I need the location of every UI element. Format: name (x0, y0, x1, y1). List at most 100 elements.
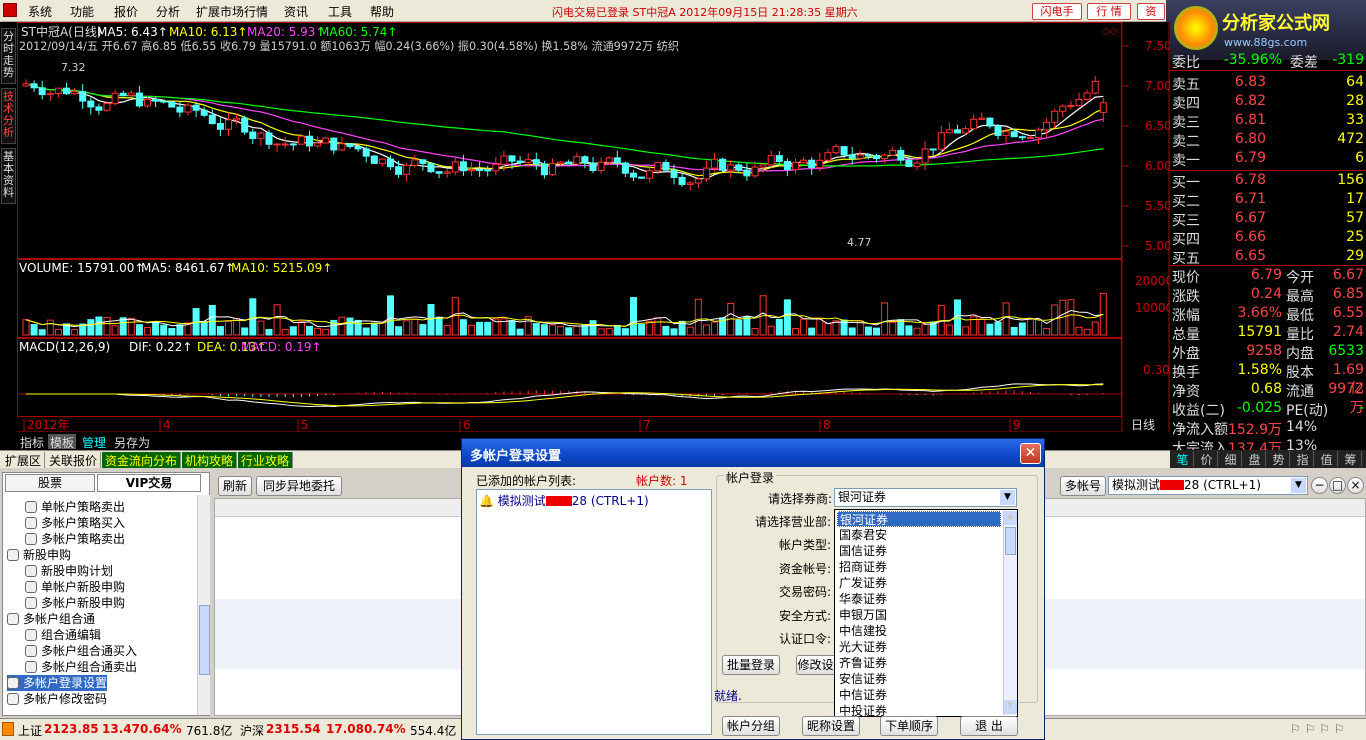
tree-item[interactable]: 新股申购计划 (25, 563, 113, 579)
dialog-titlebar[interactable]: 多帐户登录设置 ✕ (462, 439, 1044, 467)
tab-capital-flow[interactable]: 资金流向分布 (102, 452, 182, 468)
tab-stock[interactable]: 股票 (5, 474, 95, 492)
menu-news[interactable]: 资讯 (284, 3, 308, 20)
tree-item[interactable]: 多帐户组合通 (7, 611, 95, 627)
quote-button[interactable]: 行 情 (1087, 3, 1131, 20)
tab-index[interactable]: 指 (1292, 451, 1314, 467)
volume-bar (921, 323, 929, 336)
scroll-up-icon[interactable]: ▲ (1004, 511, 1017, 525)
tab-value[interactable]: 值 (1316, 451, 1338, 467)
tab-expand-area[interactable]: 扩展区 (2, 452, 46, 468)
tab-price[interactable]: 价 (1196, 451, 1218, 467)
multi-account-button[interactable]: 多帐号 (1060, 476, 1106, 496)
broker-option[interactable]: 国泰君安 (837, 527, 1001, 543)
restore-icon[interactable]: □ (1329, 477, 1346, 494)
app-icon[interactable] (3, 3, 17, 17)
multi-account-login-dialog: 多帐户登录设置 ✕ 已添加的帐户列表: 帐户数: 1 🔔 模拟测试 28 (CTR… (461, 438, 1045, 740)
period-label[interactable]: 日线 (1131, 418, 1155, 432)
list-item[interactable]: 🔔 模拟测试 28 (CTRL+1) (479, 492, 649, 509)
menu-help[interactable]: 帮助 (370, 3, 394, 20)
tree-item[interactable]: 新股申购 (7, 547, 71, 563)
broker-dropdown[interactable]: 银河证券 国泰君安 国信证券 招商证券 广发证券 华泰证券 申银万国 中信建投 光大证券 齐鲁证券… (834, 509, 1018, 718)
tab-technical[interactable]: 技术分析 (1, 88, 16, 144)
candle-body (605, 157, 613, 163)
broker-select[interactable]: 银河证券 ▼ (834, 488, 1017, 507)
tab-fundamental[interactable]: 基本资料 (1, 148, 16, 204)
dropdown-scrollbar[interactable]: ▲ ▼ (1003, 511, 1017, 715)
tab-order-book[interactable]: 盘 (1244, 451, 1266, 467)
broker-option[interactable]: 安信证券 (837, 671, 1001, 687)
broker-option[interactable]: 光大证券 (837, 639, 1001, 655)
tree-item[interactable]: 组合通编辑 (25, 627, 101, 643)
close-icon[interactable]: × (1347, 477, 1364, 494)
volume-bar (103, 316, 111, 336)
buy-row: 买四 6.66 25 (1170, 229, 1366, 248)
tab-institution[interactable]: 机构攻略 (182, 452, 238, 468)
tree-item[interactable]: 单帐户策略卖出 (25, 499, 125, 515)
tab-template[interactable]: 模板 (48, 434, 77, 450)
account-select[interactable]: 模拟测试 28 (CTRL+1) ▼ (1108, 476, 1308, 495)
tab-detail[interactable]: 细 (1220, 451, 1242, 467)
broker-option[interactable]: 国信证券 (837, 543, 1001, 559)
nickname-button[interactable]: 昵称设置 (802, 716, 860, 736)
price: 6.65 (1234, 248, 1266, 264)
chevron-down-icon[interactable]: ▼ (1291, 478, 1306, 493)
flash-trade-button[interactable]: 闪电手 (1032, 3, 1082, 20)
broker-option[interactable]: 银河证券 (837, 511, 1001, 527)
tree-item-label: 多帐户组合通卖出 (41, 660, 138, 674)
tree-scrollbar[interactable] (197, 495, 210, 715)
tab-tick[interactable]: 笔 (1172, 451, 1194, 467)
tab-related-quote[interactable]: 关联报价 (46, 452, 102, 468)
chevron-down-icon[interactable]: ▼ (1000, 490, 1015, 505)
tab-save-as[interactable]: 另存为 (112, 434, 152, 450)
tab-vip-trade[interactable]: VIP交易 (97, 474, 201, 492)
refresh-button[interactable]: 刷新 (218, 476, 252, 496)
tree-item[interactable]: 多帐户组合通买入 (25, 643, 137, 659)
broker-option[interactable]: 齐鲁证券 (837, 655, 1001, 671)
account-group-button[interactable]: 帐户分组 (722, 716, 780, 736)
account-list[interactable]: 🔔 模拟测试 28 (CTRL+1) (476, 489, 712, 735)
kline-chart[interactable]: ST中冠A(日线) MA5: 6.43↑ MA10: 6.13↑ MA20: 5… (17, 22, 1170, 432)
stat-row: 收益(二) -0.025 PE(动) - (1170, 400, 1366, 419)
broker-option[interactable]: 华泰证券 (837, 591, 1001, 607)
tree-item[interactable]: 多帐户新股申购 (25, 595, 125, 611)
sync-remote-order-button[interactable]: 同步异地委托 (256, 476, 342, 496)
close-icon[interactable]: ✕ (1020, 443, 1041, 464)
batch-login-button[interactable]: 批量登录 (722, 655, 780, 675)
order-sequence-button[interactable]: 下单顺序 (880, 716, 938, 736)
chart-diamond-icon[interactable]: ◇◇ (1102, 26, 1118, 37)
scroll-down-icon[interactable]: ▼ (1004, 700, 1017, 714)
value: 6.85 (1332, 286, 1364, 302)
info-button[interactable]: 资 (1137, 3, 1165, 20)
broker-option[interactable]: 招商证券 (837, 559, 1001, 575)
tree-item-icon (25, 565, 37, 577)
broker-option[interactable]: 中信证券 (837, 687, 1001, 703)
menu-analysis[interactable]: 分析 (156, 3, 180, 20)
tree-item[interactable]: 多帐户组合通卖出 (25, 659, 137, 675)
broker-option[interactable]: 申银万国 (837, 607, 1001, 623)
tab-trend[interactable]: 势 (1268, 451, 1290, 467)
tree-item[interactable]: 多帐户登录设置 (7, 675, 108, 691)
tree-item[interactable]: 多帐户修改密码 (7, 691, 107, 707)
minimize-icon[interactable]: − (1311, 477, 1328, 494)
tab-intraday[interactable]: 分时走势 (1, 28, 16, 84)
menu-extended-market[interactable]: 扩展市场行情 (196, 3, 268, 20)
modify-button[interactable]: 修改设 (796, 655, 834, 675)
tree-item[interactable]: 多帐户策略卖出 (25, 531, 125, 547)
candle-body (427, 162, 435, 173)
tree-item[interactable]: 单帐户新股申购 (25, 579, 125, 595)
menu-function[interactable]: 功能 (70, 3, 94, 20)
broker-option[interactable]: 广发证券 (837, 575, 1001, 591)
tab-industry[interactable]: 行业攻略 (238, 452, 294, 468)
menu-system[interactable]: 系统 (28, 3, 52, 20)
broker-option[interactable]: 中信建投 (837, 623, 1001, 639)
tab-indicator[interactable]: 指标 (18, 434, 46, 450)
exit-button[interactable]: 退 出 (960, 716, 1018, 736)
menu-tools[interactable]: 工具 (328, 3, 352, 20)
tray-icons[interactable]: ⚐ ⚐ ⚐ ⚐ (1290, 722, 1344, 736)
tab-chips[interactable]: 筹 (1340, 451, 1362, 467)
tree-item[interactable]: 多帐户策略买入 (25, 515, 125, 531)
tab-manage[interactable]: 管理 (80, 434, 108, 450)
volume-bar (395, 326, 403, 336)
menu-quote[interactable]: 报价 (114, 3, 138, 20)
